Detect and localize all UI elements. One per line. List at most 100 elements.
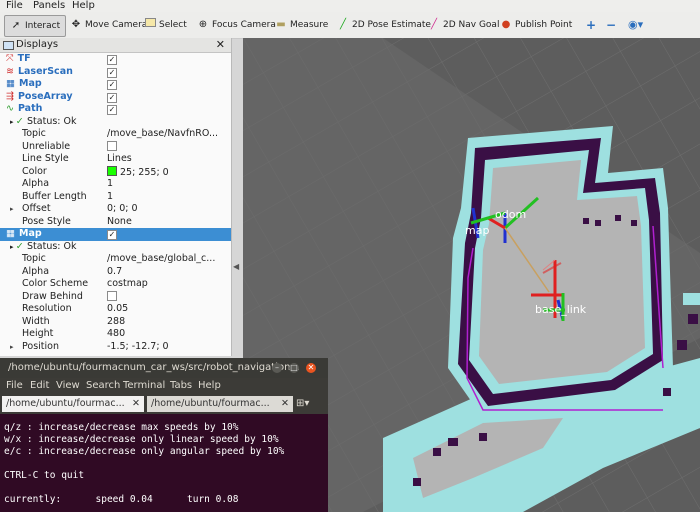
property-value[interactable]: 0; 0; 0 bbox=[107, 203, 138, 214]
display-label: TF bbox=[17, 53, 31, 64]
expand-arrow-icon[interactable]: ▸ bbox=[10, 341, 14, 354]
close-icon[interactable]: ✕ bbox=[216, 38, 225, 52]
terminal-title: /home/ubuntu/fourmacnum_car_ws/src/robot… bbox=[8, 362, 300, 373]
map-icon: ▦ bbox=[6, 228, 15, 239]
menu-panels[interactable]: Panels bbox=[33, 0, 65, 12]
property-value[interactable]: /move_base/global_c... bbox=[107, 253, 215, 264]
collapse-arrow-icon[interactable]: ◀ bbox=[233, 262, 239, 271]
checkbox[interactable]: ✓ bbox=[107, 67, 117, 78]
property-label: Position bbox=[22, 340, 59, 352]
property-value[interactable]: Lines bbox=[107, 153, 132, 164]
move-icon: ✥ bbox=[71, 19, 81, 30]
tf-label-map: map bbox=[465, 224, 489, 237]
checkbox[interactable]: ✓ bbox=[107, 105, 117, 115]
term-menu-help[interactable]: Help bbox=[198, 378, 221, 394]
terminal-tab-1[interactable]: /home/ubuntu/fourmac... ✕ bbox=[2, 396, 144, 412]
property-row[interactable]: Alpha 0.7 bbox=[0, 266, 231, 279]
focus-camera-tool-button[interactable]: ⊕ Focus Camera bbox=[197, 15, 276, 35]
property-value[interactable]: /move_base/NavfnRO... bbox=[107, 128, 218, 139]
arrow-icon: ╱ bbox=[339, 19, 347, 30]
checkbox[interactable] bbox=[107, 290, 117, 301]
property-value[interactable]: 1 bbox=[107, 191, 113, 202]
property-label: Offset bbox=[22, 203, 51, 214]
property-value[interactable]: -1.5; -12.7; 0 bbox=[107, 341, 169, 352]
new-tab-icon[interactable]: ⊞▾ bbox=[296, 396, 309, 412]
property-row[interactable]: Color 25; 255; 0 bbox=[0, 165, 231, 179]
property-row[interactable]: Resolution 0.05 bbox=[0, 303, 231, 316]
display-item-map[interactable]: ▦ Map ✓ bbox=[0, 228, 231, 241]
checkbox[interactable]: ✓ bbox=[107, 230, 117, 240]
terminal-output[interactable]: q/z : increase/decrease max speeds by 10… bbox=[4, 422, 326, 506]
display-item-laserscan[interactable]: ≋ LaserScan ✓ bbox=[0, 66, 231, 79]
property-row[interactable]: Unreliable bbox=[0, 140, 231, 154]
tf-label-odom: odom bbox=[495, 208, 526, 221]
select-tool-button[interactable]: Select bbox=[145, 15, 187, 35]
property-value[interactable]: costmap bbox=[107, 278, 148, 289]
minus-icon[interactable]: − bbox=[606, 15, 616, 35]
property-row[interactable]: Topic/move_base/global_c... bbox=[0, 253, 231, 266]
terminal-tab-2[interactable]: /home/ubuntu/fourmac... ✕ bbox=[147, 396, 293, 412]
close-window-icon[interactable]: ✕ bbox=[306, 363, 316, 373]
pose-estimate-tool-button[interactable]: ╱ 2D Pose Estimate bbox=[337, 15, 431, 35]
display-label: Map bbox=[18, 228, 42, 239]
property-row[interactable]: Color Scheme costmap bbox=[0, 278, 231, 291]
property-row[interactable]: Pose Style None bbox=[0, 216, 231, 229]
term-menu-view[interactable]: View bbox=[56, 378, 80, 394]
property-row[interactable]: Width 288 bbox=[0, 316, 231, 329]
property-value[interactable]: 480 bbox=[107, 328, 125, 339]
eye-icon[interactable]: ◉▾ bbox=[628, 15, 643, 35]
display-item-tf[interactable]: ⤧ TF ✓ bbox=[0, 53, 231, 66]
property-row[interactable]: Draw Behind bbox=[0, 290, 231, 304]
laser-icon: ≋ bbox=[6, 65, 14, 77]
property-row[interactable]: Alpha 1 bbox=[0, 178, 231, 191]
expand-arrow-icon[interactable]: ▸ bbox=[10, 203, 14, 216]
property-value[interactable]: None bbox=[107, 216, 132, 227]
maximize-icon[interactable]: □ bbox=[289, 363, 299, 373]
property-row[interactable]: Buffer Length 1 bbox=[0, 191, 231, 204]
menu-file[interactable]: File bbox=[6, 0, 23, 12]
close-icon[interactable]: ✕ bbox=[132, 396, 140, 412]
property-label: Buffer Length bbox=[22, 190, 87, 202]
display-item-path[interactable]: ∿ Path ✓ bbox=[0, 103, 231, 116]
term-menu-tabs[interactable]: Tabs bbox=[170, 378, 192, 394]
property-label: Unreliable bbox=[22, 140, 71, 152]
checkbox[interactable]: ✓ bbox=[107, 92, 117, 103]
checkbox[interactable]: ✓ bbox=[107, 80, 117, 90]
publish-point-tool-button[interactable]: ● Publish Point bbox=[500, 15, 573, 35]
property-value[interactable]: 0.05 bbox=[107, 303, 128, 314]
property-row[interactable]: ▸ ✓ Status: Ok bbox=[0, 241, 231, 254]
display-item-map[interactable]: ▦ Map ✓ bbox=[0, 78, 231, 91]
property-label: Resolution bbox=[22, 303, 72, 314]
measure-tool-button[interactable]: ▬ Measure bbox=[275, 15, 328, 35]
property-row[interactable]: ▸ Position -1.5; -12.7; 0 bbox=[0, 341, 231, 354]
menu-help[interactable]: Help bbox=[72, 0, 95, 12]
property-value[interactable]: 1 bbox=[107, 178, 113, 189]
term-menu-edit[interactable]: Edit bbox=[30, 378, 49, 394]
checkbox[interactable] bbox=[107, 140, 117, 151]
move-camera-tool-button[interactable]: ✥ Move Camera bbox=[70, 15, 148, 35]
display-item-posearray[interactable]: ⇶ PoseArray ✓ bbox=[0, 91, 231, 104]
property-row[interactable]: Height 480 bbox=[0, 328, 231, 341]
interact-tool-button[interactable]: ➚ Interact bbox=[4, 15, 67, 37]
property-value[interactable]: 25; 255; 0 bbox=[120, 167, 169, 178]
tf-icon: ⤧ bbox=[6, 53, 14, 64]
close-icon[interactable]: ✕ bbox=[281, 396, 289, 412]
term-menu-file[interactable]: File bbox=[6, 378, 23, 394]
property-value[interactable]: 288 bbox=[107, 316, 125, 327]
status-ok-icon: ✓ bbox=[15, 115, 28, 127]
property-row[interactable]: ▸ Offset 0; 0; 0 bbox=[0, 203, 231, 216]
term-menu-search[interactable]: Search bbox=[86, 378, 120, 394]
term-menu-terminal[interactable]: Terminal bbox=[123, 378, 165, 394]
property-label: Draw Behind bbox=[22, 290, 83, 302]
property-label: Width bbox=[22, 315, 50, 327]
property-value[interactable]: 0.7 bbox=[107, 266, 122, 277]
plus-icon[interactable]: + bbox=[586, 15, 596, 35]
checkbox[interactable]: ✓ bbox=[107, 55, 117, 65]
nav-goal-tool-button[interactable]: ╱ 2D Nav Goal bbox=[428, 15, 499, 35]
property-row[interactable]: Topic/move_base/NavfnRO... bbox=[0, 128, 231, 141]
property-row[interactable]: ▸ ✓ Status: Ok bbox=[0, 116, 231, 129]
color-swatch[interactable] bbox=[107, 165, 117, 176]
property-row[interactable]: Line Style Lines bbox=[0, 153, 231, 166]
minimize-icon[interactable]: – bbox=[272, 363, 282, 373]
